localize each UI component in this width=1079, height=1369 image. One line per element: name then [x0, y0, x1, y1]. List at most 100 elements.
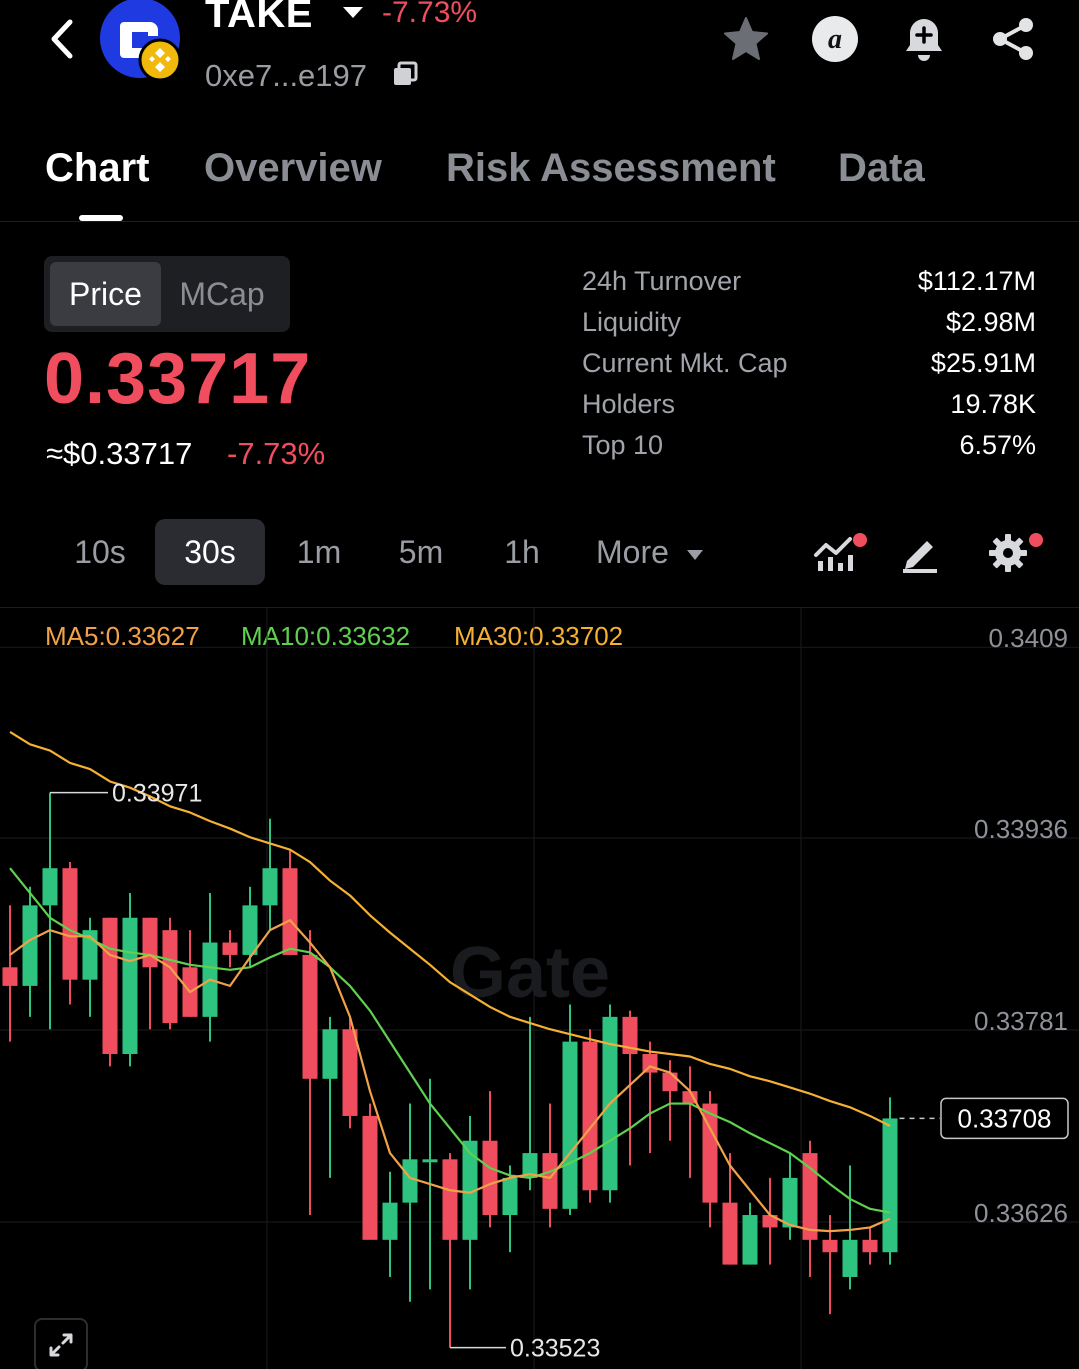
candle-body	[322, 1029, 338, 1079]
indicators-button[interactable]	[809, 528, 859, 578]
back-button[interactable]	[42, 14, 82, 64]
chart-settings-button[interactable]	[983, 528, 1033, 578]
candle-body	[742, 1215, 758, 1265]
current-price: 0.33717	[44, 339, 312, 419]
more-label: More	[596, 534, 669, 570]
y-axis-label: 0.3409	[988, 623, 1068, 653]
tab-risk-assessment[interactable]: Risk Assessment	[446, 146, 776, 191]
active-tab-indicator	[79, 215, 123, 221]
copy-icon[interactable]	[392, 61, 418, 87]
toggle-price[interactable]: Price	[50, 262, 161, 326]
watermark-text: Gate	[450, 933, 610, 1013]
price-chart[interactable]: Gate 0.3409 0.33936 0.33781 0.33626 0.33971 0.…	[0, 607, 1079, 1369]
stat-value-holders: 19.78K	[950, 389, 1036, 419]
y-axis-label: 0.33626	[974, 1198, 1068, 1228]
candle-body	[782, 1177, 798, 1228]
interval-1m[interactable]: 1m	[276, 519, 362, 585]
candle-body	[42, 868, 58, 906]
contract-address: 0xe7...e197	[205, 58, 368, 93]
candle-body	[882, 1118, 898, 1253]
caret-down-icon	[686, 549, 703, 560]
candle-body	[722, 1202, 738, 1265]
candle-body	[242, 905, 258, 955]
tab-data[interactable]: Data	[838, 146, 925, 191]
stat-label-turnover: 24h Turnover	[582, 266, 742, 296]
last-price-label: 0.33708	[958, 1103, 1052, 1133]
caret-down-icon[interactable]	[342, 6, 364, 20]
candle-body	[502, 1177, 518, 1216]
stat-value-mkt-cap: $25.91M	[930, 348, 1036, 378]
pencil-icon	[903, 541, 937, 573]
candle-body	[282, 868, 298, 955]
expand-chart-button[interactable]	[34, 1318, 88, 1369]
favorite-button[interactable]	[721, 14, 771, 64]
header: TAKE -7.73% 0xe7...e197 a	[0, 0, 1079, 110]
more-intervals-button[interactable]: More	[596, 519, 704, 585]
candle-body	[382, 1202, 398, 1240]
candle-body	[402, 1159, 418, 1203]
candle-body	[822, 1239, 838, 1253]
candle-body	[122, 917, 138, 1055]
y-axis-label: 0.33781	[974, 1006, 1068, 1036]
candle-body	[862, 1239, 878, 1253]
interval-1h[interactable]: 1h	[482, 519, 562, 585]
indicator-chart-icon	[814, 537, 853, 571]
candle-body	[482, 1140, 498, 1216]
stat-label-mkt-cap: Current Mkt. Cap	[582, 348, 788, 378]
indicators-notification-dot	[853, 533, 867, 547]
high-price-label: 0.33971	[112, 780, 202, 808]
stat-label-top10: Top 10	[582, 430, 664, 460]
share-button[interactable]	[988, 14, 1038, 64]
candle-body	[422, 1159, 438, 1163]
candle-body	[442, 1159, 458, 1240]
token-logo	[100, 0, 182, 82]
usd-price: ≈$0.33717	[46, 436, 193, 471]
stat-label-holders: Holders	[582, 389, 676, 419]
stat-label-liquidity: Liquidity	[582, 307, 682, 337]
candle-body	[142, 917, 158, 968]
candle-body	[582, 1041, 598, 1191]
candle-body	[342, 1029, 358, 1116]
tab-chart[interactable]: Chart	[45, 146, 149, 191]
settings-notification-dot	[1029, 533, 1043, 547]
svg-text:a: a	[828, 24, 842, 55]
stat-value-top10: 6.57%	[959, 430, 1036, 460]
alpha-button[interactable]: a	[810, 14, 860, 64]
price-alert-button[interactable]	[899, 14, 949, 64]
low-price-label: 0.33523	[510, 1335, 600, 1363]
tab-overview[interactable]: Overview	[204, 146, 382, 191]
star-icon	[724, 17, 768, 60]
candle-body	[222, 942, 238, 955]
gear-icon	[989, 534, 1027, 572]
stat-value-liquidity: $2.98M	[945, 307, 1036, 337]
alpha-icon: a	[812, 16, 858, 62]
chevron-left-icon	[51, 19, 73, 59]
candle-body	[542, 1153, 558, 1209]
interval-5m[interactable]: 5m	[378, 519, 464, 585]
bell-plus-icon	[906, 19, 942, 61]
y-axis-label: 0.33936	[974, 814, 1068, 844]
share-icon	[993, 18, 1033, 60]
candle-body	[22, 905, 38, 986]
candle-body	[662, 1072, 678, 1092]
draw-tool-button[interactable]	[895, 528, 945, 578]
token-change: -7.73%	[382, 0, 478, 29]
main-tabs: Chart Overview Risk Assessment Data	[0, 140, 1079, 222]
price-mcap-toggle: Price MCap	[44, 256, 290, 332]
candle-body	[842, 1239, 858, 1277]
candle-body	[162, 930, 178, 1024]
candle-body	[102, 917, 118, 1055]
interval-30s[interactable]: 30s	[155, 519, 265, 585]
token-name[interactable]: TAKE	[205, 0, 313, 37]
candle-body	[562, 1041, 578, 1209]
candle-body	[302, 954, 318, 1079]
candle-body	[362, 1115, 378, 1240]
candle-body	[62, 868, 78, 980]
toggle-mcap[interactable]: MCap	[161, 262, 283, 326]
candle-body	[802, 1153, 818, 1240]
expand-icon	[49, 1333, 73, 1357]
stat-value-turnover: $112.17M	[917, 266, 1036, 296]
interval-10s[interactable]: 10s	[54, 519, 146, 585]
price-change: -7.73%	[227, 436, 326, 471]
candle-body	[2, 967, 18, 986]
